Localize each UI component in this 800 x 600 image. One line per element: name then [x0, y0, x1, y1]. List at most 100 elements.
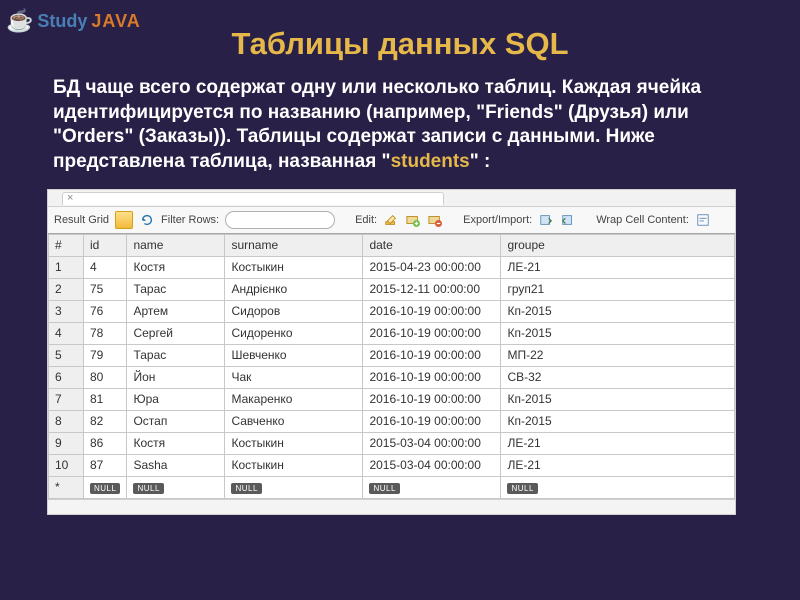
row-number[interactable]: 8: [49, 410, 84, 432]
table-cell[interactable]: 2016-10-19 00:00:00: [363, 300, 501, 322]
table-cell[interactable]: Артем: [127, 300, 225, 322]
table-cell[interactable]: Кп-2015: [501, 322, 735, 344]
table-cell[interactable]: 75: [84, 278, 127, 300]
table-cell[interactable]: 2016-10-19 00:00:00: [363, 388, 501, 410]
table-cell[interactable]: 2015-03-04 00:00:00: [363, 454, 501, 476]
table-cell[interactable]: СВ-32: [501, 366, 735, 388]
table-row[interactable]: 14КостяКостыкин2015-04-23 00:00:00ЛЕ-21: [49, 256, 735, 278]
column-header[interactable]: surname: [225, 234, 363, 256]
close-icon[interactable]: ×: [67, 192, 73, 204]
table-cell[interactable]: 2016-10-19 00:00:00: [363, 410, 501, 432]
table-cell[interactable]: Андрієнко: [225, 278, 363, 300]
table-row[interactable]: 1087SashaКостыкин2015-03-04 00:00:00ЛЕ-2…: [49, 454, 735, 476]
table-cell[interactable]: Костыкин: [225, 454, 363, 476]
table-cell[interactable]: груп21: [501, 278, 735, 300]
table-cell[interactable]: ЛЕ-21: [501, 432, 735, 454]
table-cell[interactable]: 2016-10-19 00:00:00: [363, 322, 501, 344]
table-cell[interactable]: 86: [84, 432, 127, 454]
delete-row-icon[interactable]: [427, 212, 443, 228]
row-number[interactable]: 1: [49, 256, 84, 278]
row-number[interactable]: 4: [49, 322, 84, 344]
table-cell[interactable]: 81: [84, 388, 127, 410]
table-cell[interactable]: 80: [84, 366, 127, 388]
table-cell[interactable]: 82: [84, 410, 127, 432]
table-cell[interactable]: 2016-10-19 00:00:00: [363, 344, 501, 366]
table-row[interactable]: 376АртемСидоров2016-10-19 00:00:00Кп-201…: [49, 300, 735, 322]
table-cell[interactable]: 2015-12-11 00:00:00: [363, 278, 501, 300]
table-cell[interactable]: Остап: [127, 410, 225, 432]
table-row[interactable]: 579ТарасШевченко2016-10-19 00:00:00МП-22: [49, 344, 735, 366]
table-cell[interactable]: 76: [84, 300, 127, 322]
row-number[interactable]: *: [49, 476, 84, 498]
table-cell[interactable]: 87: [84, 454, 127, 476]
export-icon[interactable]: [538, 212, 554, 228]
table-cell[interactable]: Костыкин: [225, 432, 363, 454]
column-header[interactable]: name: [127, 234, 225, 256]
table-row[interactable]: 882ОстапСавченко2016-10-19 00:00:00Кп-20…: [49, 410, 735, 432]
row-number[interactable]: 7: [49, 388, 84, 410]
edit-icon[interactable]: [383, 212, 399, 228]
table-row[interactable]: 478СергейСидоренко2016-10-19 00:00:00Кп-…: [49, 322, 735, 344]
bottom-bar: [48, 499, 735, 514]
table-cell[interactable]: 4: [84, 256, 127, 278]
filter-input-wrap: 🔍: [225, 211, 335, 229]
column-header[interactable]: date: [363, 234, 501, 256]
table-cell[interactable]: Кп-2015: [501, 300, 735, 322]
table-cell[interactable]: Чак: [225, 366, 363, 388]
table-cell[interactable]: Савченко: [225, 410, 363, 432]
table-cell[interactable]: 2015-04-23 00:00:00: [363, 256, 501, 278]
students-table: #idnamesurnamedategroupe 14КостяКостыкин…: [48, 234, 735, 499]
table-cell[interactable]: NULL: [84, 476, 127, 498]
table-cell[interactable]: NULL: [225, 476, 363, 498]
row-number[interactable]: 9: [49, 432, 84, 454]
null-row[interactable]: *NULLNULLNULLNULLNULL: [49, 476, 735, 498]
coffee-cup-icon: ☕: [6, 8, 33, 34]
table-cell[interactable]: NULL: [501, 476, 735, 498]
table-cell[interactable]: Тарас: [127, 278, 225, 300]
table-cell[interactable]: Кп-2015: [501, 388, 735, 410]
table-cell[interactable]: МП-22: [501, 344, 735, 366]
table-cell[interactable]: Костыкин: [225, 256, 363, 278]
table-cell[interactable]: NULL: [127, 476, 225, 498]
row-number[interactable]: 6: [49, 366, 84, 388]
table-cell[interactable]: Йон: [127, 366, 225, 388]
table-cell[interactable]: 2016-10-19 00:00:00: [363, 366, 501, 388]
column-header[interactable]: groupe: [501, 234, 735, 256]
table-cell[interactable]: Юра: [127, 388, 225, 410]
table-cell[interactable]: Кп-2015: [501, 410, 735, 432]
table-cell[interactable]: ЛЕ-21: [501, 454, 735, 476]
table-cell[interactable]: 2015-03-04 00:00:00: [363, 432, 501, 454]
row-number[interactable]: 3: [49, 300, 84, 322]
tab-bar: ×: [48, 190, 735, 207]
table-cell[interactable]: Сергей: [127, 322, 225, 344]
table-cell[interactable]: Тарас: [127, 344, 225, 366]
row-number[interactable]: 10: [49, 454, 84, 476]
table-cell[interactable]: Сидоров: [225, 300, 363, 322]
grid-icon[interactable]: [115, 211, 133, 229]
row-number[interactable]: 5: [49, 344, 84, 366]
table-cell[interactable]: Костя: [127, 256, 225, 278]
table-cell[interactable]: NULL: [363, 476, 501, 498]
table-cell[interactable]: 79: [84, 344, 127, 366]
import-icon[interactable]: [560, 212, 576, 228]
table-cell[interactable]: Сидоренко: [225, 322, 363, 344]
table-row[interactable]: 781ЮраМакаренко2016-10-19 00:00:00Кп-201…: [49, 388, 735, 410]
table-cell[interactable]: 78: [84, 322, 127, 344]
table-cell[interactable]: Костя: [127, 432, 225, 454]
table-row[interactable]: 275ТарасАндрієнко2015-12-11 00:00:00груп…: [49, 278, 735, 300]
table-cell[interactable]: Шевченко: [225, 344, 363, 366]
result-tab[interactable]: ×: [62, 192, 444, 205]
table-row[interactable]: 986КостяКостыкин2015-03-04 00:00:00ЛЕ-21: [49, 432, 735, 454]
refresh-icon[interactable]: [139, 212, 155, 228]
table-cell[interactable]: ЛЕ-21: [501, 256, 735, 278]
column-header[interactable]: id: [84, 234, 127, 256]
table-cell[interactable]: Sasha: [127, 454, 225, 476]
null-tag: NULL: [507, 483, 537, 494]
wrap-cell-icon[interactable]: [695, 212, 711, 228]
add-row-icon[interactable]: [405, 212, 421, 228]
row-number[interactable]: 2: [49, 278, 84, 300]
table-row[interactable]: 680ЙонЧак2016-10-19 00:00:00СВ-32: [49, 366, 735, 388]
filter-input[interactable]: [225, 211, 335, 229]
column-header[interactable]: #: [49, 234, 84, 256]
table-cell[interactable]: Макаренко: [225, 388, 363, 410]
